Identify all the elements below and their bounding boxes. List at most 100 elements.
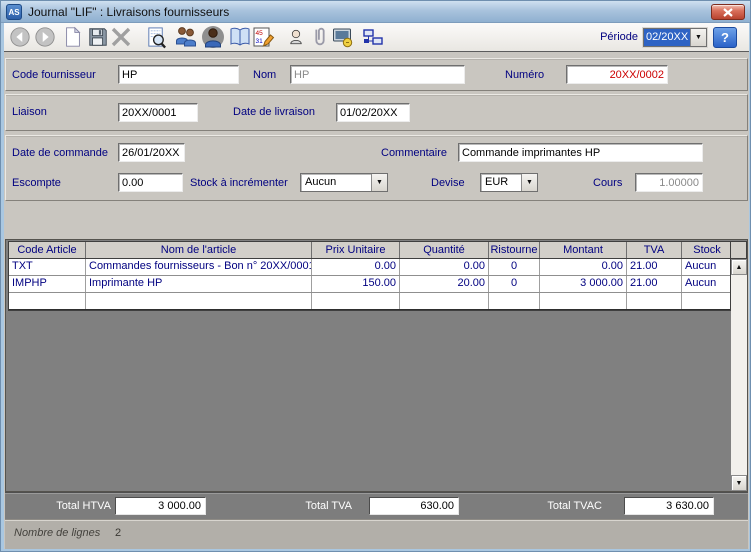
cell-name[interactable]: Commandes fournisseurs - Bon n° 20XX/000… (86, 259, 312, 275)
cell-price[interactable]: 0.00 (312, 259, 400, 275)
stock-dropdown-arrow-icon[interactable]: ▼ (371, 174, 387, 191)
cell-discount[interactable] (489, 293, 540, 309)
close-button[interactable] (711, 4, 745, 20)
stock-incrementer-select[interactable]: Aucun ▼ (300, 173, 388, 192)
new-document-icon[interactable] (61, 25, 85, 49)
col-tva: TVA (627, 242, 682, 258)
scroll-down-icon[interactable]: ▼ (731, 475, 747, 491)
calendar-edit-icon[interactable]: 4531 (251, 25, 275, 49)
col-prix-unitaire: Prix Unitaire (312, 242, 400, 258)
cell-amount[interactable]: 3 000.00 (540, 276, 627, 292)
cell-discount[interactable]: 0 (489, 276, 540, 292)
escompte-label: Escompte (12, 177, 61, 189)
scroll-up-icon[interactable]: ▲ (731, 259, 747, 275)
app-icon: AS (6, 4, 22, 20)
vertical-scrollbar[interactable]: ▲ ▼ (731, 259, 747, 491)
cell-qty[interactable]: 20.00 (400, 276, 489, 292)
cell-stock[interactable]: Aucun (682, 276, 731, 292)
cell-vat[interactable] (627, 293, 682, 309)
svg-text:45: 45 (256, 30, 264, 37)
liaison-label: Liaison (12, 106, 47, 118)
supplier-group: Code fournisseur Nom Numéro (5, 58, 748, 91)
help-button[interactable]: ? (713, 27, 737, 48)
cell-name[interactable]: Imprimante HP (86, 276, 312, 292)
code-fournisseur-label: Code fournisseur (12, 69, 96, 81)
total-tva-value (369, 497, 459, 515)
cell-stock[interactable]: Aucun (682, 259, 731, 275)
commentaire-input[interactable] (458, 143, 703, 162)
escompte-input[interactable] (118, 173, 183, 192)
table-header-corner (731, 241, 747, 259)
liaison-input[interactable] (118, 103, 198, 122)
cell-discount[interactable]: 0 (489, 259, 540, 275)
table-body: TXT Commandes fournisseurs - Bon n° 20XX… (8, 259, 731, 311)
total-tvac-label: Total TVAC (532, 500, 602, 512)
svg-text:31: 31 (256, 38, 264, 45)
totals-band: Total HTVA Total TVA Total TVAC (5, 492, 748, 519)
cell-vat[interactable]: 21.00 (627, 259, 682, 275)
contact-icon[interactable] (284, 25, 308, 49)
table-row[interactable]: IMPHP Imprimante HP 150.00 20.00 0 3 000… (9, 276, 730, 293)
total-htva-label: Total HTVA (33, 500, 111, 512)
period-combobox[interactable]: 02/20XX ▼ (643, 28, 707, 47)
lines-table-panel: Code Article Nom de l'article Prix Unita… (5, 239, 748, 492)
user-icon[interactable] (201, 25, 225, 49)
window-title: Journal "LIF" : Livraisons fournisseurs (28, 5, 229, 19)
total-tva-label: Total TVA (287, 500, 352, 512)
date-livraison-label: Date de livraison (233, 106, 315, 118)
application-window: AS Journal "LIF" : Livraisons fournisseu… (0, 0, 751, 552)
nom-input[interactable] (290, 65, 465, 84)
cell-price[interactable] (312, 293, 400, 309)
numero-label: Numéro (505, 69, 544, 81)
cell-code[interactable]: TXT (9, 259, 86, 275)
close-icon (723, 8, 733, 17)
delete-icon[interactable] (109, 25, 133, 49)
commentaire-label: Commentaire (381, 147, 447, 159)
numero-input[interactable] (566, 65, 668, 84)
cell-name[interactable] (86, 293, 312, 309)
date-commande-label: Date de commande (12, 147, 108, 159)
cell-code[interactable] (9, 293, 86, 309)
date-commande-input[interactable] (118, 143, 185, 162)
stock-incrementer-value: Aucun (301, 174, 371, 191)
total-htva-value (115, 497, 206, 515)
cours-input[interactable] (635, 173, 703, 192)
cell-qty[interactable] (400, 293, 489, 309)
status-bar: Nombre de lignes 2 (5, 519, 748, 549)
devise-select[interactable]: EUR ▼ (480, 173, 538, 192)
cell-code[interactable]: IMPHP (9, 276, 86, 292)
payment-icon[interactable] (331, 25, 355, 49)
total-tvac-value (624, 497, 714, 515)
cell-vat[interactable]: 21.00 (627, 276, 682, 292)
back-icon[interactable] (8, 25, 32, 49)
cell-amount[interactable] (540, 293, 627, 309)
table-row-empty[interactable] (9, 293, 730, 310)
cell-stock[interactable] (682, 293, 731, 309)
cell-amount[interactable]: 0.00 (540, 259, 627, 275)
code-fournisseur-input[interactable] (118, 65, 239, 84)
period-dropdown-arrow-icon[interactable]: ▼ (690, 29, 706, 46)
col-code-article: Code Article (9, 242, 86, 258)
cell-qty[interactable]: 0.00 (400, 259, 489, 275)
cell-price[interactable]: 150.00 (312, 276, 400, 292)
devise-value: EUR (481, 174, 521, 191)
date-livraison-input[interactable] (336, 103, 410, 122)
forward-icon[interactable] (33, 25, 57, 49)
table-row[interactable]: TXT Commandes fournisseurs - Bon n° 20XX… (9, 259, 730, 276)
devise-label: Devise (431, 177, 465, 189)
diagram-icon[interactable] (361, 25, 385, 49)
nom-label: Nom (253, 69, 276, 81)
save-icon[interactable] (86, 25, 110, 49)
paperclip-icon[interactable] (308, 25, 332, 49)
line-count-label: Nombre de lignes (14, 527, 100, 539)
liaison-group: Liaison Date de livraison (5, 94, 748, 131)
book-icon[interactable] (228, 25, 252, 49)
devise-dropdown-arrow-icon[interactable]: ▼ (521, 174, 537, 191)
col-quantite: Quantité (400, 242, 489, 258)
preview-icon[interactable] (144, 25, 168, 49)
col-stock: Stock (682, 242, 732, 258)
title-bar: AS Journal "LIF" : Livraisons fournisseu… (1, 1, 751, 23)
users-icon[interactable] (174, 25, 198, 49)
client-area: 4531 Période 02/20XX ▼ ? Code fournisseu… (4, 23, 749, 549)
stock-incrementer-label: Stock à incrémenter (190, 177, 288, 189)
